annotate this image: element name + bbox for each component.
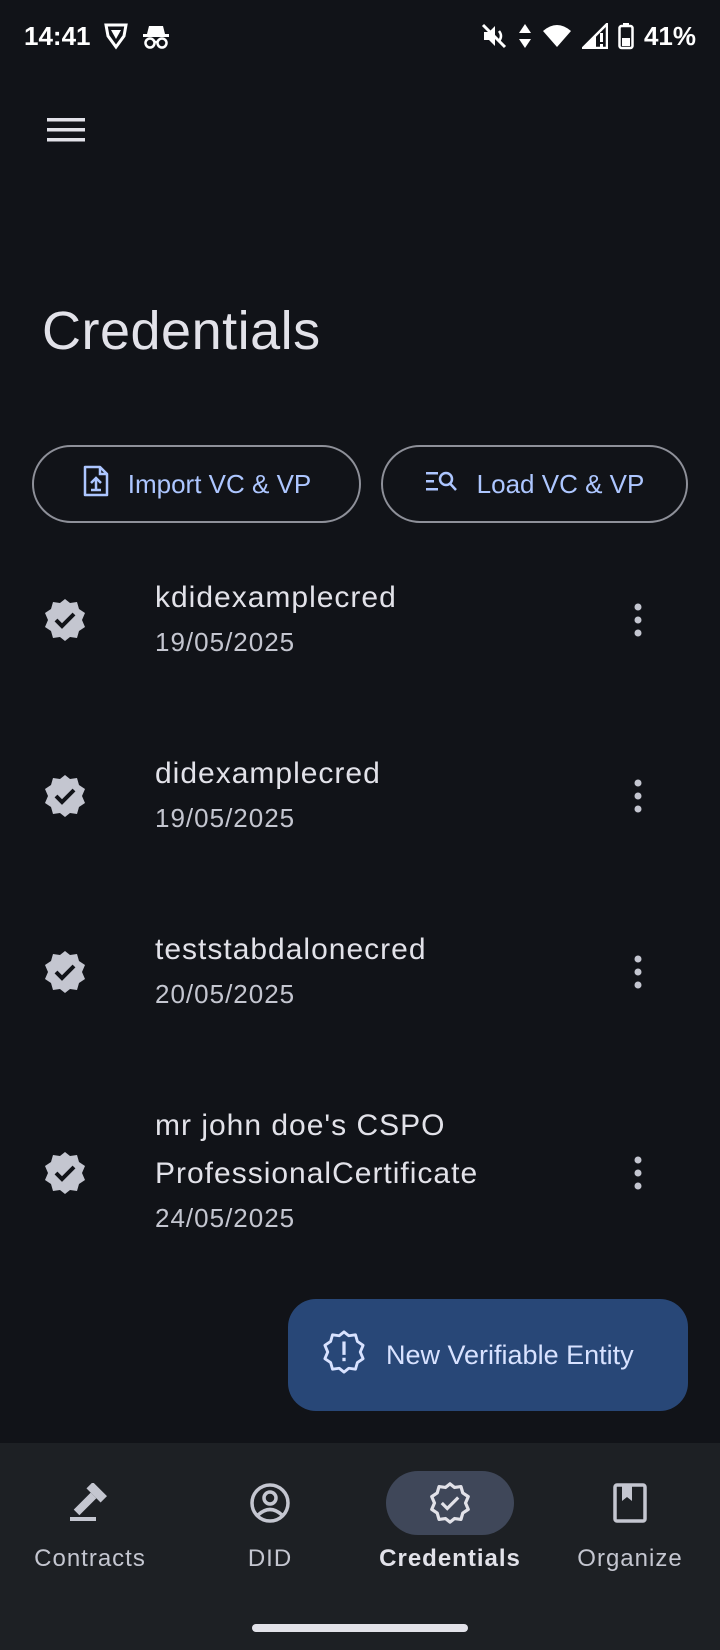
credential-item[interactable]: kdidexamplecred 19/05/2025 [0,560,720,680]
verified-badge-icon [42,597,88,643]
signal-icon [581,23,608,49]
credential-name: kdidexamplecred [155,581,397,614]
credential-text: teststabdalonecred 20/05/2025 [155,926,427,1014]
account-circle-icon [250,1483,290,1523]
import-vc-vp-button[interactable]: Import VC & VP [32,445,361,523]
credential-name-line-1: mr john doe's CSPO [155,1109,446,1142]
credential-name: didexamplecred [155,757,381,790]
nav-label: Credentials [379,1545,521,1572]
incognito-icon [141,22,171,50]
more-vert-icon [634,1156,642,1190]
more-options-button[interactable] [618,1149,658,1197]
hamburger-menu-icon [47,116,85,149]
nav-label: DID [247,1545,293,1572]
credential-text: didexamplecred 19/05/2025 [155,750,381,838]
new-verifiable-entity-label: New Verifiable Entity [386,1339,634,1370]
data-arrows-icon [518,22,532,50]
new-seal-alert-icon [322,1329,366,1381]
nav-item-organize[interactable]: Organize [540,1471,720,1591]
nav-item-contracts[interactable]: Contracts [0,1471,180,1591]
nav-label: Contracts [34,1545,146,1572]
nav-label: Organize [577,1545,683,1572]
credentials-screen: 14:41 41% Credentials Import VC & VP Loa… [0,0,720,1650]
new-verifiable-entity-button[interactable]: New Verifiable Entity [288,1299,688,1411]
credential-date: 19/05/2025 [155,627,296,657]
wifi-icon [542,23,572,49]
more-vert-icon [634,955,642,989]
credential-item[interactable]: teststabdalonecred 20/05/2025 [0,912,720,1032]
load-vc-vp-button[interactable]: Load VC & VP [381,445,688,523]
nav-indicator [206,1471,334,1535]
list-search-icon [425,469,459,500]
bookmark-book-icon [613,1483,647,1523]
status-time: 14:41 [24,20,91,51]
more-options-button[interactable] [618,596,658,644]
more-options-button[interactable] [618,772,658,820]
import-vc-vp-label: Import VC & VP [127,468,312,499]
gavel-icon [70,1483,107,1521]
credential-item[interactable]: didexamplecred 19/05/2025 [0,736,720,856]
battery-percent: 41% [643,20,696,51]
hamburger-menu-button[interactable] [30,100,102,164]
file-upload-icon [82,465,110,504]
credential-date: 24/05/2025 [155,1203,296,1233]
credential-text: mr john doe's CSPO ProfessionalCertifica… [155,1102,478,1238]
verified-badge-icon [430,1482,470,1524]
status-left: 14:41 [24,21,171,52]
credential-date: 19/05/2025 [155,803,296,833]
nav-indicator [26,1471,154,1535]
more-vert-icon [634,603,642,637]
credential-date: 20/05/2025 [155,979,296,1009]
credential-name-line-2: ProfessionalCertificate [155,1157,479,1190]
shield-icon [103,22,129,50]
credential-name: teststabdalonecred [155,933,427,966]
page-title: Credentials [42,301,321,361]
mute-icon [480,22,508,50]
more-options-button[interactable] [618,948,658,996]
verified-badge-icon [42,1150,88,1196]
credential-item[interactable]: mr john doe's CSPO ProfessionalCertifica… [0,1088,720,1258]
verified-badge-icon [42,949,88,995]
more-vert-icon [634,779,642,813]
battery-icon [618,22,634,50]
nav-item-credentials[interactable]: Credentials [360,1471,540,1591]
verified-badge-icon [42,773,88,819]
credential-text: kdidexamplecred 19/05/2025 [155,574,397,662]
nav-indicator-active [386,1471,514,1535]
nav-item-did[interactable]: DID [180,1471,360,1591]
load-vc-vp-label: Load VC & VP [476,468,645,499]
status-bar: 14:41 41% [0,0,720,72]
bottom-navigation: Contracts DID Credentials Organize [0,1443,720,1650]
status-right: 41% [480,21,696,52]
home-indicator[interactable] [252,1624,468,1632]
nav-indicator [566,1471,694,1535]
